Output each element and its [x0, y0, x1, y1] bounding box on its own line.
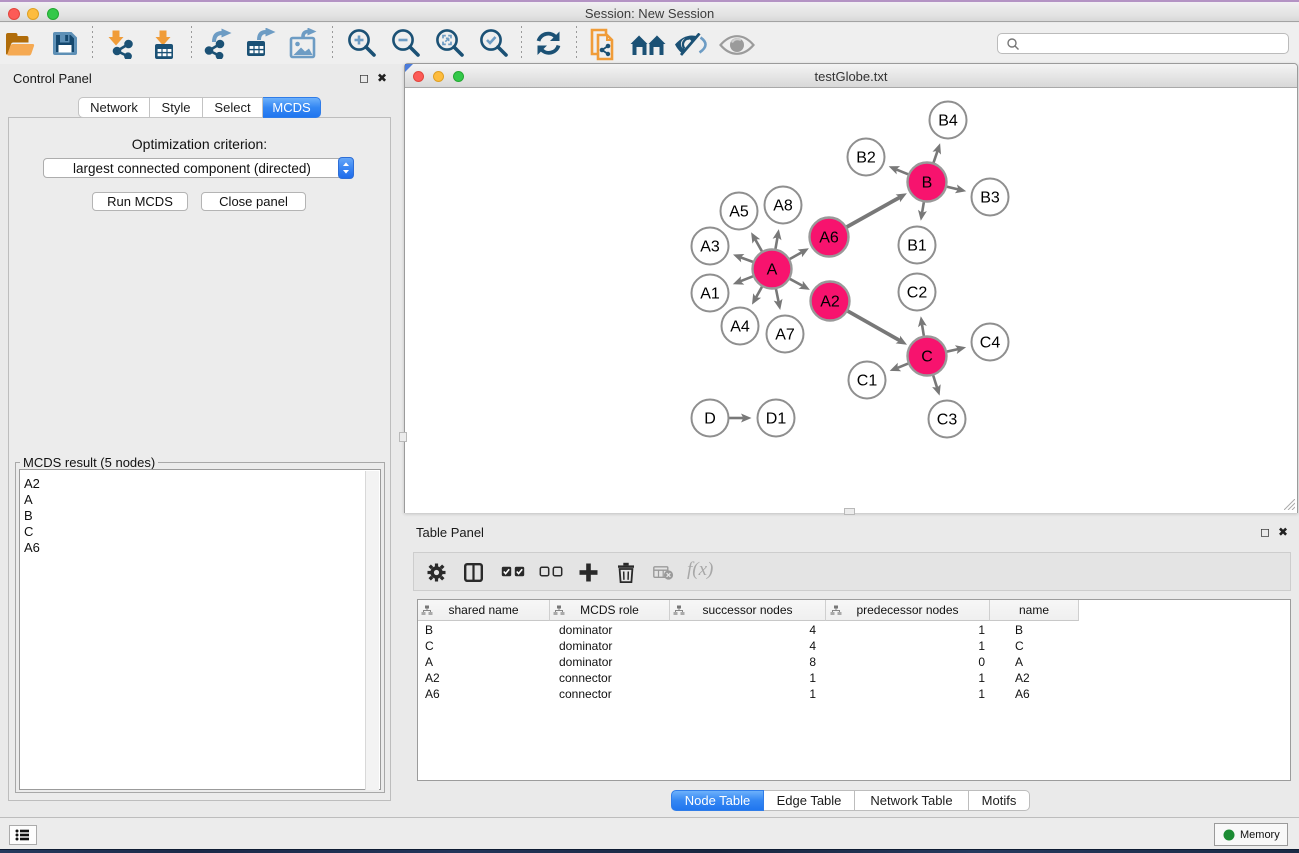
svg-text:B: B: [922, 175, 933, 192]
svg-text:C: C: [921, 349, 933, 366]
svg-text:C1: C1: [857, 373, 878, 390]
svg-text:A8: A8: [773, 198, 793, 215]
svg-text:C2: C2: [907, 285, 928, 302]
svg-text:A1: A1: [700, 286, 720, 303]
svg-text:C3: C3: [937, 412, 958, 429]
svg-text:A: A: [767, 262, 778, 279]
svg-text:B1: B1: [907, 238, 927, 255]
svg-text:A7: A7: [775, 327, 795, 344]
svg-text:A3: A3: [700, 239, 720, 256]
svg-text:B2: B2: [856, 150, 876, 167]
svg-text:A4: A4: [730, 319, 750, 336]
svg-text:A6: A6: [819, 230, 839, 247]
svg-text:A2: A2: [820, 294, 840, 311]
svg-text:A5: A5: [729, 204, 749, 221]
svg-text:D: D: [704, 411, 716, 428]
svg-text:D1: D1: [766, 411, 787, 428]
svg-text:C4: C4: [980, 335, 1001, 352]
svg-text:B4: B4: [938, 113, 958, 130]
svg-text:B3: B3: [980, 190, 1000, 207]
